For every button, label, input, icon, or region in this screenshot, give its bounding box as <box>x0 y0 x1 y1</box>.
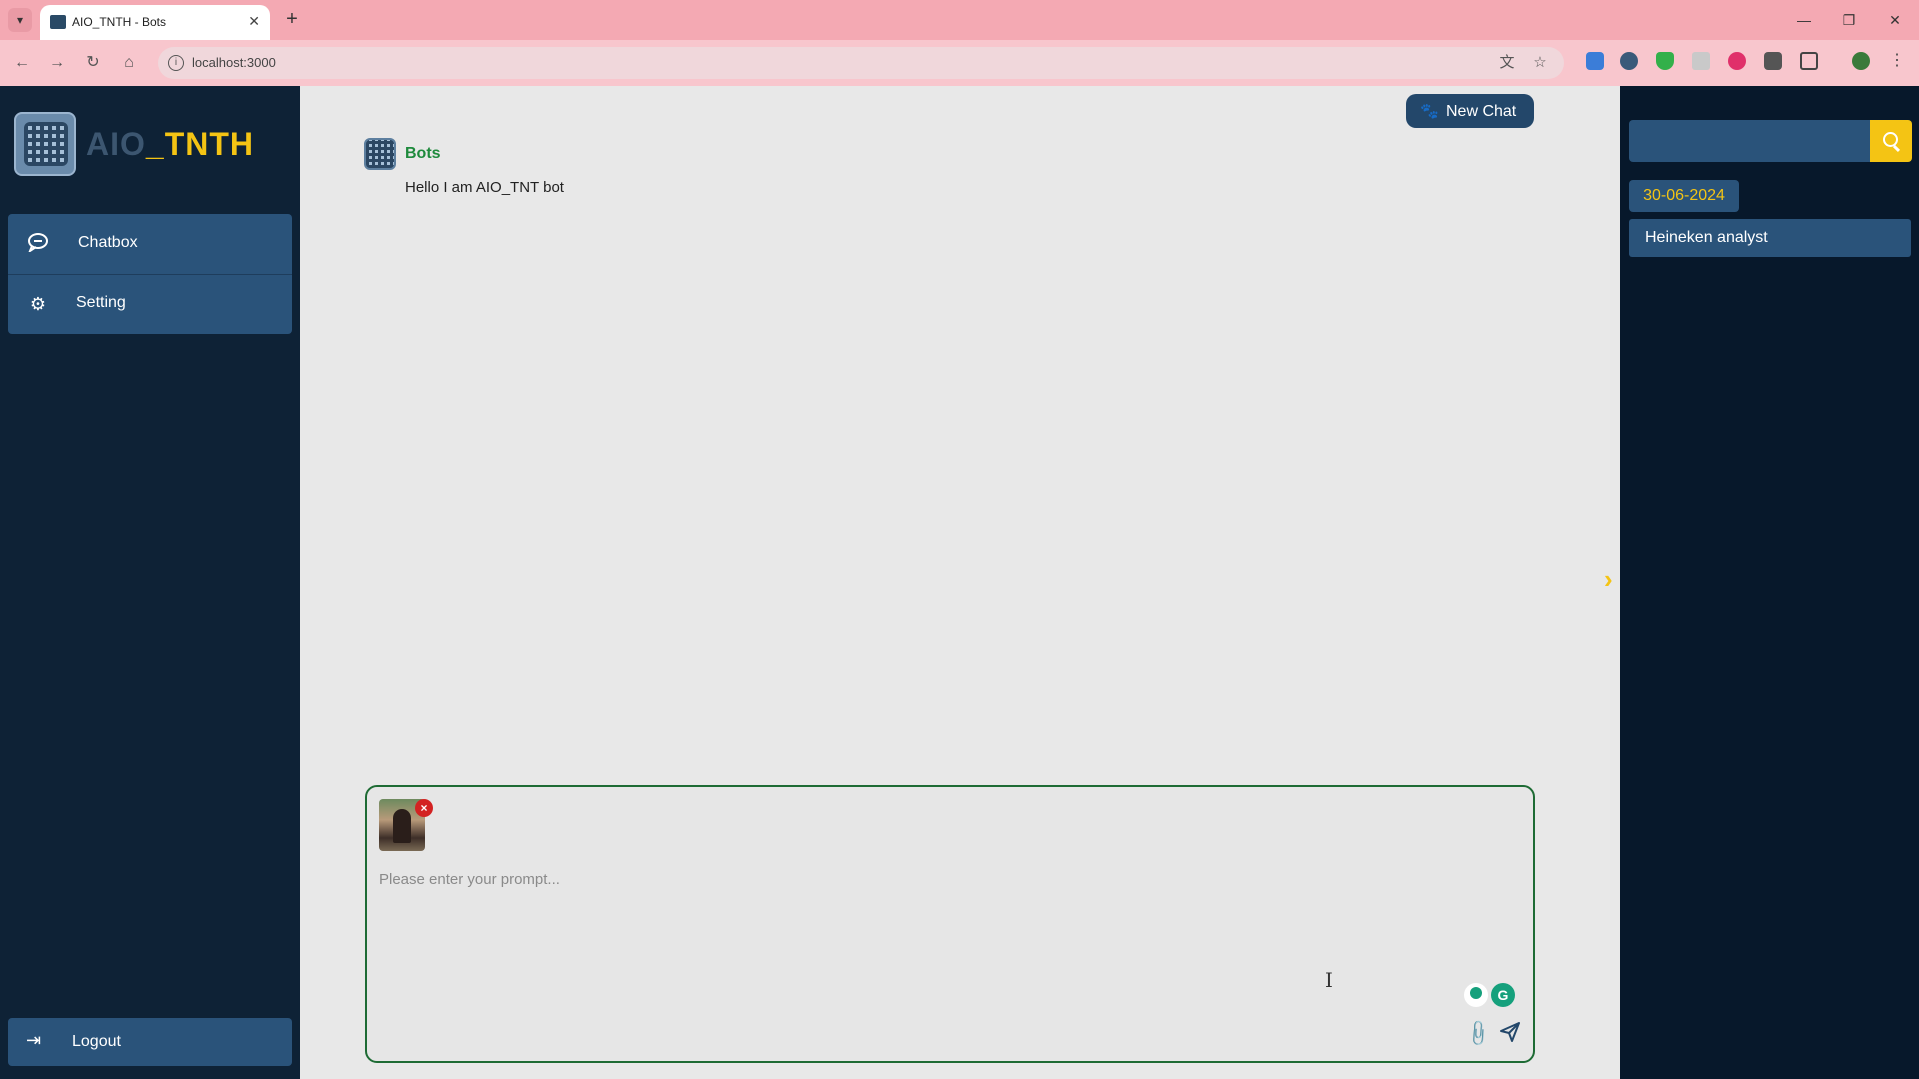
app-logo-text: AIO_TNTH <box>86 126 254 163</box>
logo-prefix: AIO <box>86 126 146 162</box>
photo-subject <box>393 809 411 843</box>
chevron-right-icon[interactable]: › <box>1604 564 1613 595</box>
message-sender: Bots <box>405 145 441 162</box>
history-date-badge: 30-06-2024 <box>1629 180 1739 212</box>
tab-favicon-icon <box>50 15 66 29</box>
restore-button[interactable]: ❐ <box>1834 8 1864 32</box>
browser-tab[interactable]: AIO_TNTH - Bots ✕ <box>40 5 270 40</box>
puzzle-extensions-icon[interactable] <box>1800 52 1818 70</box>
extension-icon[interactable] <box>1586 52 1604 70</box>
address-bar[interactable]: i localhost:3000 文 ☆ <box>158 47 1564 79</box>
grammarly-icon[interactable]: G <box>1491 983 1515 1007</box>
search-icon[interactable] <box>1870 120 1912 162</box>
tab-search-dropdown-icon[interactable]: ▾ <box>8 8 32 32</box>
site-info-icon[interactable]: i <box>168 55 184 71</box>
logout-button[interactable]: ⇥ Logout <box>8 1018 292 1066</box>
extension-icon[interactable] <box>1692 52 1710 70</box>
home-icon[interactable]: ⌂ <box>117 51 141 75</box>
shield-extension-icon[interactable] <box>1656 52 1674 70</box>
logo-suffix: _TNTH <box>145 126 254 162</box>
translate-icon[interactable]: 文 <box>1498 54 1516 72</box>
new-tab-button[interactable]: + <box>280 8 304 32</box>
gear-icon: ⚙ <box>29 294 47 314</box>
prompt-box: × G 📎 <box>365 785 1535 1063</box>
minimize-button[interactable]: — <box>1789 8 1819 32</box>
prompt-input[interactable] <box>379 871 1519 991</box>
text-cursor-icon: I <box>1325 968 1333 992</box>
search-input[interactable] <box>1629 120 1871 162</box>
extension-icon[interactable] <box>1764 52 1782 70</box>
browser-tab-bar: ▾ AIO_TNTH - Bots ✕ + — ❐ ✕ <box>0 0 1919 40</box>
reload-icon[interactable]: ↻ <box>81 51 105 75</box>
tab-title: AIO_TNTH - Bots <box>72 15 167 29</box>
sidebar-item-setting[interactable]: ⚙ Setting <box>8 274 292 334</box>
tab-close-icon[interactable]: ✕ <box>248 13 260 30</box>
history-item[interactable]: Heineken analyst <box>1629 219 1911 257</box>
history-panel: 30-06-2024 Heineken analyst <box>1620 86 1919 1079</box>
sidebar-menu: Chatbox ⚙ Setting <box>8 214 292 334</box>
send-icon[interactable] <box>1499 1021 1521 1043</box>
sidebar-item-label: Chatbox <box>78 234 138 251</box>
grammar-assistant-icon[interactable] <box>1464 983 1488 1007</box>
logout-icon: ⇥ <box>26 1030 42 1050</box>
extension-icon[interactable] <box>1728 52 1746 70</box>
bot-avatar <box>364 138 396 170</box>
message-text: Hello I am AIO_TNT bot <box>405 179 564 196</box>
bookmark-star-icon[interactable]: ☆ <box>1531 54 1549 72</box>
browser-menu-icon[interactable]: ⋮ <box>1888 52 1906 70</box>
circuit-brain-icon <box>24 122 68 166</box>
url-text[interactable]: localhost:3000 <box>192 55 276 70</box>
new-chat-button[interactable]: 🐾 New Chat <box>1406 94 1534 128</box>
remove-attachment-icon[interactable]: × <box>415 799 433 817</box>
logout-label: Logout <box>72 1033 121 1050</box>
forward-icon[interactable]: → <box>45 51 69 75</box>
chat-icon <box>26 232 50 256</box>
chat-main-area: 🐾 New Chat Bots Hello I am AIO_TNT bot ×… <box>300 86 1620 1079</box>
paperclip-icon[interactable]: 📎 <box>1463 1018 1494 1049</box>
sidebar-item-chatbox[interactable]: Chatbox <box>8 214 292 274</box>
close-window-button[interactable]: ✕ <box>1880 8 1910 32</box>
new-chat-label: New Chat <box>1446 103 1517 120</box>
sidebar-item-label: Setting <box>76 294 126 311</box>
left-sidebar: AIO_TNTH Chatbox ⚙ Setting ⇥ Logout <box>0 86 300 1079</box>
profile-avatar[interactable] <box>1852 52 1870 70</box>
extension-icon[interactable] <box>1620 52 1638 70</box>
logo-icon <box>14 112 76 176</box>
back-icon[interactable]: ← <box>10 51 34 75</box>
paw-icon: 🐾 <box>1420 103 1439 120</box>
